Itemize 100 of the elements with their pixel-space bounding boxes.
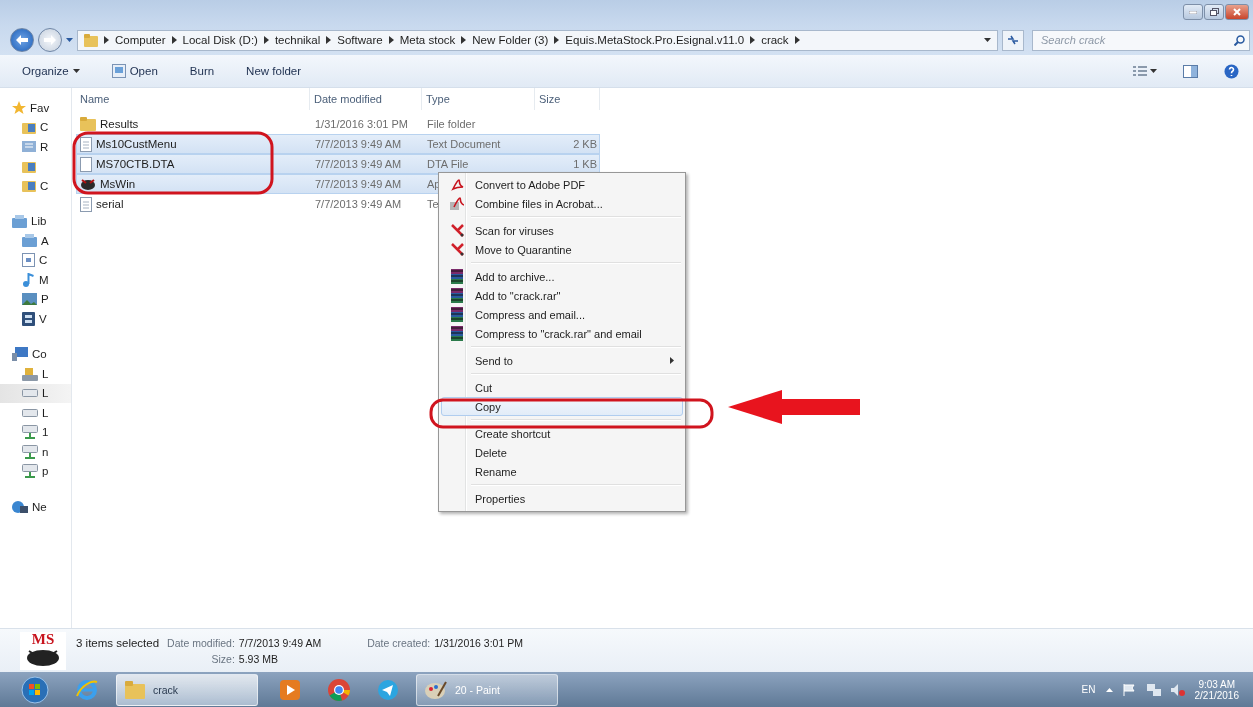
breadcrumb-item[interactable]: Local Disk (D:)	[182, 34, 258, 46]
file-row[interactable]: Results 1/31/2016 3:01 PM File folder	[76, 114, 600, 134]
sidebar-item[interactable]: L	[0, 383, 71, 403]
toolbar-button[interactable]: Open	[103, 61, 166, 81]
breadcrumb-arrow-icon	[554, 36, 560, 44]
status-label: Date created:	[367, 637, 431, 649]
folder-icon	[125, 680, 145, 699]
sidebar-item[interactable]: C	[0, 250, 71, 270]
column-header[interactable]: Type	[422, 88, 535, 110]
network-drive-icon	[22, 464, 38, 479]
status-value: 1/31/2016 3:01 PM	[434, 637, 523, 649]
menu-item[interactable]: Move to Quarantine	[441, 240, 683, 259]
sidebar-item[interactable]: Fav	[0, 98, 71, 118]
menu-item[interactable]: Compress and email...	[441, 305, 683, 324]
sidebar-item[interactable]: C	[0, 176, 71, 196]
sidebar-item[interactable]: L	[0, 364, 71, 384]
folder-icon	[84, 33, 98, 47]
restore-button[interactable]	[1204, 4, 1224, 20]
toolbar-button[interactable]: Burn	[181, 62, 223, 80]
dropdown-caret-icon	[72, 69, 80, 73]
chrome-icon	[327, 677, 351, 702]
breadcrumb-arrow-icon	[461, 36, 467, 44]
column-header[interactable]: Name	[76, 88, 310, 110]
app-icon	[80, 177, 96, 191]
menu-item[interactable]: Send to	[441, 351, 683, 370]
file-row[interactable]: Ms10CustMenu 7/7/2013 9:49 AM Text Document 2 KB	[76, 134, 600, 154]
menu-item[interactable]: Properties	[441, 489, 683, 508]
close-button[interactable]	[1225, 4, 1249, 20]
menu-item[interactable]: Compress to "crack.rar" and email	[441, 324, 683, 343]
menu-item[interactable]: Cut	[441, 378, 683, 397]
folder-icon	[80, 117, 96, 131]
menu-item[interactable]: Delete	[441, 443, 683, 462]
telegram-icon	[377, 678, 399, 701]
column-header[interactable]: Date modified	[310, 88, 422, 110]
selection-summary: 3 items selected	[76, 637, 160, 649]
file-name: Ms10CustMenu	[96, 138, 177, 150]
back-button[interactable]	[10, 28, 34, 52]
menu-item[interactable]: Scan for viruses	[441, 221, 683, 240]
refresh-button[interactable]	[1002, 29, 1024, 51]
toolbar-button[interactable]: Organize	[14, 62, 88, 80]
date-cell-text: 7/7/2013 9:49 AM	[314, 178, 403, 190]
antivirus-icon	[450, 243, 464, 256]
forward-button[interactable]	[38, 28, 62, 52]
refresh-icon	[1007, 35, 1019, 45]
search-field[interactable]: Search crack	[1032, 29, 1250, 51]
system-drive-icon	[22, 366, 38, 381]
breadcrumb-item[interactable]: technikal	[274, 34, 321, 46]
sidebar-item[interactable]: L	[0, 403, 71, 423]
help-icon	[1224, 63, 1239, 79]
column-header[interactable]: Size	[535, 88, 600, 110]
breadcrumb-item[interactable]: Meta stock	[399, 34, 456, 46]
menu-item[interactable]: Rename	[441, 462, 683, 481]
breadcrumb-item[interactable]: Equis.MetaStock.Pro.Esignal.v11.0	[565, 34, 745, 46]
restore-icon	[1209, 8, 1219, 16]
sidebar-item[interactable]: A	[0, 231, 71, 251]
breadcrumb-item[interactable]: New Folder (3)	[472, 34, 549, 46]
menu-item[interactable]: Add to archive...	[441, 267, 683, 286]
clock[interactable]: 9:03 AM 2/21/2016	[1194, 678, 1239, 701]
sidebar-item[interactable]: Lib	[0, 211, 71, 231]
breadcrumb-item[interactable]: Computer	[115, 34, 166, 46]
speaker-icon	[1170, 683, 1185, 696]
taskbar-button[interactable]: crack	[116, 673, 258, 706]
drive-icon	[22, 389, 38, 398]
file-name: Results	[100, 118, 139, 130]
type-cell-text: DTA File	[426, 158, 470, 170]
breadcrumb-item[interactable]: crack	[761, 34, 789, 46]
sidebar-item[interactable]: P	[0, 289, 71, 309]
sidebar-item[interactable]: n	[0, 442, 71, 462]
sidebar-item[interactable]: V	[0, 309, 71, 329]
date-cell-text: 1/31/2016 3:01 PM	[314, 118, 409, 130]
breadcrumb-arrow-icon	[104, 36, 109, 44]
video-icon	[22, 311, 35, 326]
status-label: Size:	[210, 653, 235, 665]
breadcrumb-item[interactable]: Software	[337, 34, 383, 46]
star-icon	[12, 100, 26, 115]
date-cell-text: 7/7/2013 9:49 AM	[314, 198, 403, 210]
menu-item[interactable]: Combine files in Acrobat...	[441, 194, 683, 213]
browser-icon	[75, 677, 99, 702]
address-bar[interactable]: Computer Local Disk (D:) technikal Software Meta stock New Folder (3) Equis.MetaStock.Pro.Esignal.v11.0 crack	[77, 29, 998, 51]
close-icon	[1233, 8, 1241, 16]
breadcrumb-arrow-icon	[388, 36, 394, 44]
file-row[interactable]: MS70CTB.DTA 7/7/2013 9:49 AM DTA File 1 KB	[76, 154, 600, 174]
preview-pane-icon	[1183, 64, 1198, 78]
toolbar-button[interactable]: New folder	[238, 62, 310, 80]
menu-item[interactable]: Create shortcut	[441, 424, 683, 443]
forward-arrow-icon	[44, 35, 56, 45]
sidebar-item[interactable]: Ne	[0, 497, 71, 517]
network-drive-icon	[22, 444, 38, 459]
sidebar-item[interactable]: Co	[0, 344, 71, 364]
sidebar-item[interactable]: 1	[0, 422, 71, 442]
dropdown-caret-icon	[66, 38, 73, 42]
sidebar-item[interactable]: p	[0, 461, 71, 481]
sidebar-item[interactable]: C	[0, 117, 71, 137]
minimize-icon	[1189, 10, 1197, 14]
folder-icon	[22, 179, 36, 193]
menu-item[interactable]: Add to "crack.rar"	[441, 286, 683, 305]
sidebar-item[interactable]: R	[0, 137, 71, 157]
search-icon	[1234, 34, 1245, 46]
folder-icon	[22, 120, 36, 134]
sidebar-item[interactable]: M	[0, 270, 71, 290]
